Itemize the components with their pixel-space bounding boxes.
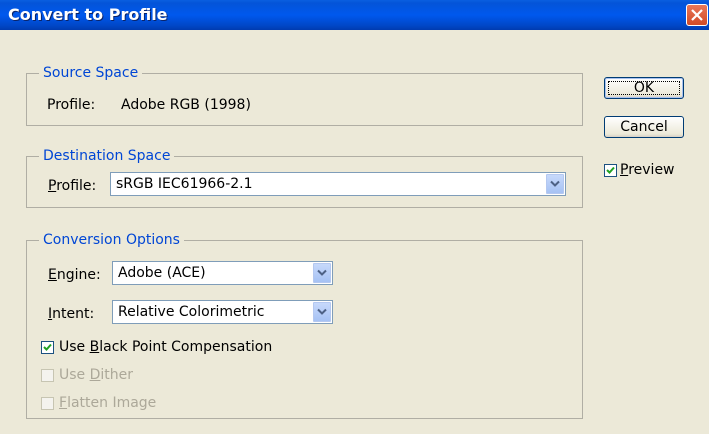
engine-value: Adobe (ACE) [118, 265, 206, 281]
dither-label-pre: Use [59, 367, 90, 383]
intent-select[interactable]: Relative Colorimetric [112, 300, 333, 324]
chevron-down-icon [550, 180, 560, 187]
ok-button[interactable]: OK [604, 77, 684, 99]
destination-profile-dropdown-button[interactable] [546, 174, 564, 194]
checkmark-icon [606, 166, 615, 174]
destination-space-legend: Destination Space [39, 147, 175, 165]
preview-label-mnemonic: P [620, 162, 629, 178]
engine-label-mnemonic: E [48, 267, 57, 283]
source-space-group: Source Space Profile: Adobe RGB (1998) [26, 64, 583, 126]
flatten-label-post: latten Image [67, 395, 157, 411]
bpc-label-post: lack Point Compensation [99, 339, 273, 355]
conversion-options-legend: Conversion Options [39, 231, 184, 249]
conversion-options-group: Conversion Options Engine: Adobe (ACE) I… [26, 231, 583, 419]
intent-dropdown-button[interactable] [313, 302, 331, 322]
bpc-label-mnemonic: B [89, 339, 100, 355]
cancel-button[interactable]: Cancel [604, 116, 684, 138]
close-icon [691, 9, 703, 21]
flatten-label-mnemonic: F [59, 395, 68, 411]
source-profile-value: Adobe RGB (1998) [121, 97, 251, 113]
use-dither-label[interactable]: Use Dither [59, 366, 133, 384]
intent-label-rest: ntent: [52, 306, 95, 322]
cancel-button-label: Cancel [620, 119, 668, 135]
preview-checkbox[interactable] [604, 164, 617, 177]
ok-button-focus-ring [608, 81, 680, 95]
destination-profile-label-mnemonic: P [48, 178, 57, 194]
chevron-down-icon [317, 269, 327, 276]
checkmark-icon [43, 343, 52, 351]
dither-label-post: ither [100, 367, 134, 383]
destination-profile-label: Profile: [48, 177, 96, 195]
title-bar[interactable]: Convert to Profile [0, 0, 709, 30]
preview-label-post: review [628, 162, 675, 178]
bpc-label-pre: Use [59, 339, 90, 355]
black-point-compensation-label[interactable]: Use Black Point Compensation [59, 338, 272, 356]
preview-label[interactable]: Preview [620, 161, 675, 179]
engine-select[interactable]: Adobe (ACE) [112, 261, 333, 285]
destination-space-group: Destination Space Profile: sRGB IEC61966… [26, 147, 583, 208]
destination-profile-value: sRGB IEC61966-2.1 [116, 176, 253, 192]
dither-label-mnemonic: D [89, 367, 101, 383]
window-title: Convert to Profile [8, 5, 168, 24]
intent-value: Relative Colorimetric [118, 304, 265, 320]
destination-profile-select[interactable]: sRGB IEC61966-2.1 [110, 172, 566, 196]
close-button[interactable] [686, 4, 708, 26]
engine-dropdown-button[interactable] [313, 263, 331, 283]
source-profile-label: Profile: [47, 97, 96, 113]
chevron-down-icon [317, 308, 327, 315]
destination-profile-label-rest: rofile: [56, 178, 97, 194]
flatten-image-label[interactable]: Flatten Image [59, 394, 156, 412]
engine-label-rest: ngine: [56, 267, 101, 283]
flatten-image-checkbox[interactable] [41, 397, 54, 410]
use-dither-checkbox[interactable] [41, 369, 54, 382]
engine-label: Engine: [48, 266, 101, 284]
intent-label: Intent: [48, 305, 94, 323]
source-space-legend: Source Space [39, 64, 143, 82]
black-point-compensation-checkbox[interactable] [41, 341, 54, 354]
